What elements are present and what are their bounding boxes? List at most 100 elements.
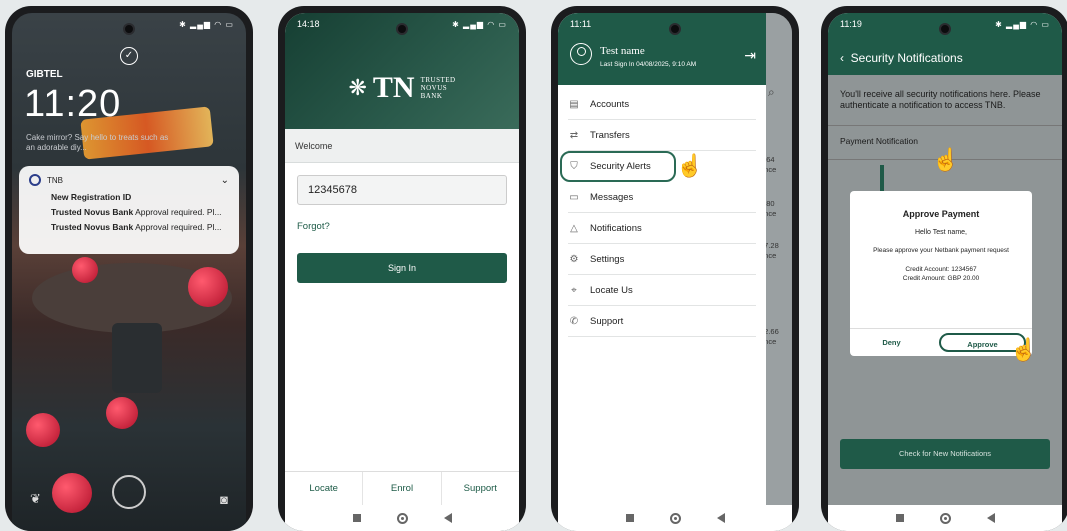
notification-row[interactable]: Trusted Novus Bank Approval required. Pl… [29, 207, 229, 217]
system-nav [828, 505, 1062, 531]
nav-support[interactable]: Support [442, 472, 519, 505]
page-title: ‹ Security Notifications [840, 51, 963, 65]
front-camera [396, 23, 408, 35]
raspberry [188, 267, 228, 307]
tap-hand-icon: ☝ [676, 153, 704, 178]
back-icon[interactable] [716, 513, 725, 523]
bell-icon: △ [570, 222, 578, 234]
tnb-app-icon [29, 174, 41, 186]
home-icon[interactable] [939, 512, 951, 524]
status-time: 11:11 [570, 19, 592, 29]
drawer-menu: ▤ Accounts ⇄ Transfers ⛉ Security Alerts ▭ M… [558, 85, 766, 337]
status-time: 11:19 [840, 19, 862, 29]
front-camera [669, 23, 681, 35]
leaf-icon[interactable]: ❦ [30, 491, 41, 507]
logo-mark: TN [372, 71, 415, 104]
lock-footer: ❦ ◙ [12, 475, 246, 521]
status-icons: ✱ ▂▄▆ ◠ ▭ [995, 19, 1050, 29]
logout-icon[interactable]: ⇥ [744, 47, 756, 64]
menu-item-security-alerts[interactable]: ⛉ Security Alerts [560, 151, 676, 182]
carrier-name: GIBTEL [26, 69, 63, 80]
system-nav [285, 505, 519, 531]
menu-screen: ⌕ 0.64 ance 0.80 ance 37.28 ance 72.66 ance … [558, 13, 792, 531]
tap-hand-icon: ☝ [932, 147, 960, 172]
lock-time: 11:20 [24, 83, 122, 125]
nav-enrol[interactable]: Enrol [363, 472, 442, 505]
registration-id-input[interactable]: 12345678 [297, 175, 507, 205]
forgot-link[interactable]: Forgot? [297, 221, 330, 232]
login-screen: 14:18 ✱ ▂▄▆ ◠ ▭ ❋ TN TRUSTED NOVUS BANK Wel… [285, 13, 519, 531]
back-icon[interactable] [443, 513, 452, 523]
search-icon: ⌕ [768, 85, 775, 99]
raspberry [72, 257, 98, 283]
status-icons: ✱ ▂▄▆ ◠ ▭ [179, 19, 234, 29]
recents-icon[interactable] [625, 514, 634, 522]
location-icon: ⌖ [571, 284, 577, 296]
fingerprint-ring[interactable] [112, 475, 146, 509]
cake-stand [112, 323, 162, 393]
check-notifications-button[interactable]: Check for New Notifications [840, 439, 1050, 469]
nav-drawer: 11:11 Test name Last Sign In 04/08/2025,… [558, 13, 766, 505]
lock-screen: ✱ ▂▄▆ ◠ ▭ ✓ GIBTEL 11:20 Cake mirror? Sa… [12, 13, 246, 531]
menu-item-locate-us[interactable]: ⌖ Locate Us [568, 275, 756, 306]
menu-item-notifications[interactable]: △ Notifications [568, 213, 756, 244]
credit-details: Credit Account: 1234567 Credit Amount: GB… [902, 266, 980, 282]
document-icon: ▤ [569, 98, 579, 110]
dialog-title: Approve Payment [902, 209, 980, 219]
message-icon: ▭ [569, 191, 579, 203]
flower-logo-icon: ❋ [348, 75, 367, 100]
menu-item-transfers[interactable]: ⇄ Transfers [568, 120, 756, 151]
camera-icon[interactable]: ◙ [220, 492, 228, 507]
menu-item-settings[interactable]: ⚙ Settings [568, 244, 756, 275]
back-icon[interactable] [986, 513, 995, 523]
recents-icon[interactable] [895, 514, 904, 522]
transfer-icon: ⇄ [569, 129, 579, 141]
front-camera [939, 23, 951, 35]
status-bar: 11:11 [558, 13, 766, 35]
notification-row[interactable]: New Registration ID [29, 192, 229, 202]
logo-wordmark: TRUSTED NOVUS BANK [420, 76, 456, 100]
raspberry [106, 397, 138, 429]
info-text: You'll receive all security notification… [828, 75, 1062, 126]
system-nav [558, 505, 792, 531]
status-icons: ✱ ▂▄▆ ◠ ▭ [452, 19, 507, 29]
phone-login: 14:18 ✱ ▂▄▆ ◠ ▭ ❋ TN TRUSTED NOVUS BANK Wel… [278, 6, 526, 531]
user-name: Test name [600, 45, 645, 57]
status-time: 14:18 [297, 19, 320, 29]
approve-payment-dialog: Approve Payment Hello Test name, Please … [850, 191, 1037, 362]
avatar-icon [570, 43, 592, 65]
phone-icon: ✆ [569, 315, 579, 327]
back-arrow-icon[interactable]: ‹ [840, 51, 844, 65]
dialog-greeting: Hello Test name, [914, 229, 967, 236]
home-icon[interactable] [669, 512, 681, 524]
gear-icon: ⚙ [569, 253, 579, 265]
shield-icon: ⛉ [570, 161, 578, 172]
last-sign-in: Last Sign In 04/08/2025, 9:10 AM [600, 61, 697, 68]
menu-item-accounts[interactable]: ▤ Accounts [568, 89, 756, 120]
front-camera [123, 23, 135, 35]
phone-lock-screen: ✱ ▂▄▆ ◠ ▭ ✓ GIBTEL 11:20 Cake mirror? Sa… [5, 6, 253, 531]
home-icon[interactable] [396, 512, 408, 524]
nav-locate[interactable]: Locate [285, 472, 364, 505]
drawer-header: 11:11 Test name Last Sign In 04/08/2025,… [558, 13, 766, 85]
tnb-logo: ❋ TN TRUSTED NOVUS BANK [348, 71, 455, 105]
bottom-nav: Locate Enrol Support [285, 471, 519, 505]
notification-row[interactable]: Trusted Novus Bank Approval required. Pl… [29, 222, 229, 232]
dimmed-body: You'll receive all security notification… [828, 75, 1062, 505]
tap-hand-icon: ☝ [1010, 337, 1038, 362]
wallpaper-caption: Cake mirror? Say hello to treats such as… [26, 133, 169, 152]
recents-icon[interactable] [352, 514, 361, 522]
dialog-message: Please approve your Netbank payment requ… [873, 247, 1009, 254]
menu-item-messages[interactable]: ▭ Messages [568, 182, 756, 213]
sign-in-button[interactable]: Sign In [297, 253, 507, 283]
security-screen: 11:19 ✱ ▂▄▆ ◠ ▭ ‹ Security Notifications … [828, 13, 1062, 531]
menu-item-support[interactable]: ✆ Support [568, 306, 756, 337]
notification-card[interactable]: TNB ⌄ New Registration ID Trusted Novus B… [19, 166, 239, 254]
chevron-down-icon[interactable]: ⌄ [221, 175, 229, 186]
welcome-label: Welcome [285, 129, 519, 163]
deny-button[interactable]: Deny [850, 329, 933, 356]
notification-app: TNB [47, 175, 63, 185]
phone-security: 11:19 ✱ ▂▄▆ ◠ ▭ ‹ Security Notifications … [821, 6, 1067, 531]
unlock-check-icon[interactable]: ✓ [120, 47, 138, 65]
dialog-actions: Deny Approve [850, 328, 1032, 356]
